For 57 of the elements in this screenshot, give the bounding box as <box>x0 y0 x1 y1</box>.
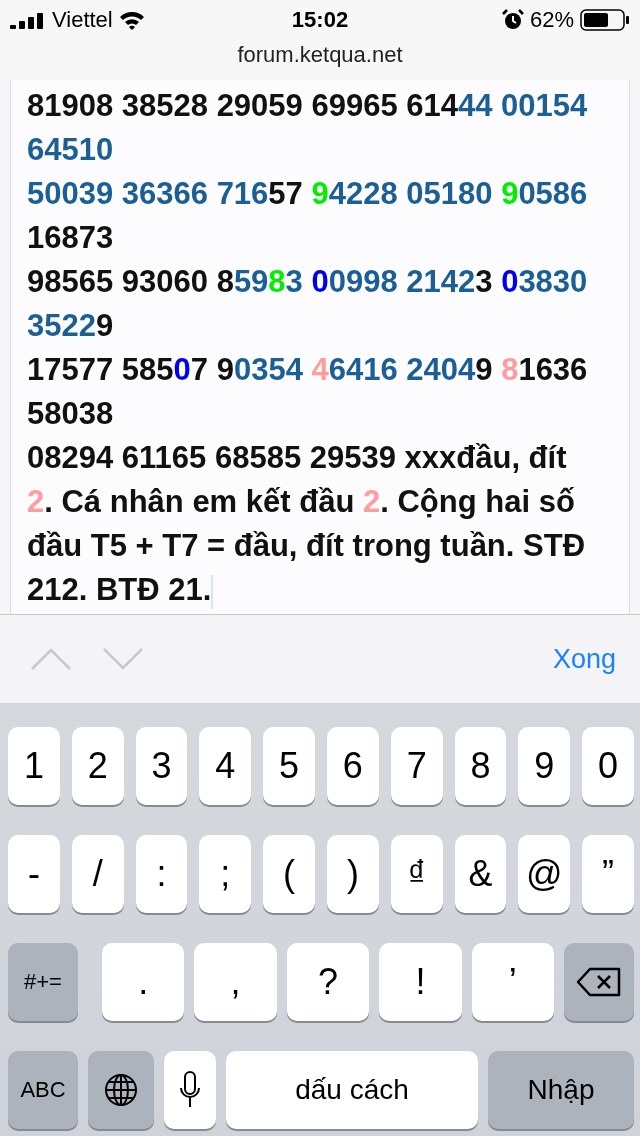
editor-line: 64510 <box>27 131 115 169</box>
battery-percentage: 62% <box>529 7 574 33</box>
key[interactable]: , <box>194 943 277 1021</box>
key[interactable]: 2 <box>71 727 124 805</box>
key[interactable]: ’ <box>471 943 555 1021</box>
key[interactable]: 4 <box>199 727 252 805</box>
key[interactable]: 1 <box>8 727 60 805</box>
text-editor[interactable] <box>10 80 630 614</box>
key[interactable]: . <box>102 943 185 1021</box>
editor-line: 50039 36366 71657 94228 05180 90586 <box>27 175 589 213</box>
key[interactable]: ” <box>582 835 634 913</box>
key[interactable]: @ <box>518 835 571 913</box>
alarm-icon <box>501 9 524 31</box>
key[interactable]: ₫ <box>390 835 443 913</box>
editor-line: 35229 <box>27 307 115 345</box>
mode-key[interactable]: ABC <box>8 1051 78 1129</box>
key[interactable]: 0 <box>582 727 634 805</box>
key[interactable]: 7 <box>390 727 443 805</box>
backspace-icon <box>576 967 623 997</box>
key[interactable]: / <box>71 835 124 913</box>
key[interactable]: 3 <box>135 727 188 805</box>
key[interactable]: ? <box>286 943 370 1021</box>
editor-line: 58038 <box>27 395 115 433</box>
return-key[interactable]: Nhập <box>488 1051 634 1129</box>
editor-line: đầu T5 + T7 = đầu, đít trong tuần. STĐ <box>27 527 587 565</box>
editor-line: 08294 61165 68585 29539 xxxđầu, đít <box>27 439 568 477</box>
key[interactable]: 6 <box>327 727 379 805</box>
clock: 15:02 <box>291 7 349 33</box>
key[interactable]: 8 <box>454 727 507 805</box>
key[interactable]: 9 <box>518 727 571 805</box>
key[interactable]: & <box>454 835 507 913</box>
battery-icon <box>580 9 630 31</box>
key[interactable]: : <box>135 835 188 913</box>
globe-key[interactable] <box>88 1051 154 1129</box>
editor-line: 98565 93060 85983 00998 21423 03830 <box>27 263 589 301</box>
key[interactable]: ! <box>379 943 462 1021</box>
space-key[interactable]: dấu cách <box>226 1051 478 1129</box>
key[interactable]: ; <box>199 835 252 913</box>
backspace-key[interactable] <box>564 943 635 1021</box>
editor-line: 16873 <box>27 219 115 257</box>
editor-line: 17577 58507 90354 46416 24049 81636 <box>27 351 589 389</box>
key[interactable]: ) <box>327 835 379 913</box>
text-cursor <box>211 574 214 609</box>
globe-icon <box>104 1073 138 1107</box>
key[interactable]: - <box>8 835 60 913</box>
editor-line: 212. BTĐ 21. <box>27 571 215 611</box>
editor-line: 2. Cá nhân em kết đầu 2. Cộng hai số <box>27 483 576 521</box>
key[interactable]: 5 <box>263 727 315 805</box>
wifi-icon <box>118 10 145 30</box>
mode-key[interactable]: #+= <box>8 943 78 1021</box>
carrier-name: Viettel <box>52 7 113 33</box>
editor-line: 81908 38528 29059 69965 61444 00154 <box>27 87 589 125</box>
key[interactable]: ( <box>263 835 315 913</box>
signal-icon <box>10 11 46 29</box>
mic-key[interactable] <box>164 1051 216 1129</box>
microphone-icon <box>179 1071 201 1109</box>
page-address[interactable]: forum.ketqua.net <box>0 40 640 74</box>
